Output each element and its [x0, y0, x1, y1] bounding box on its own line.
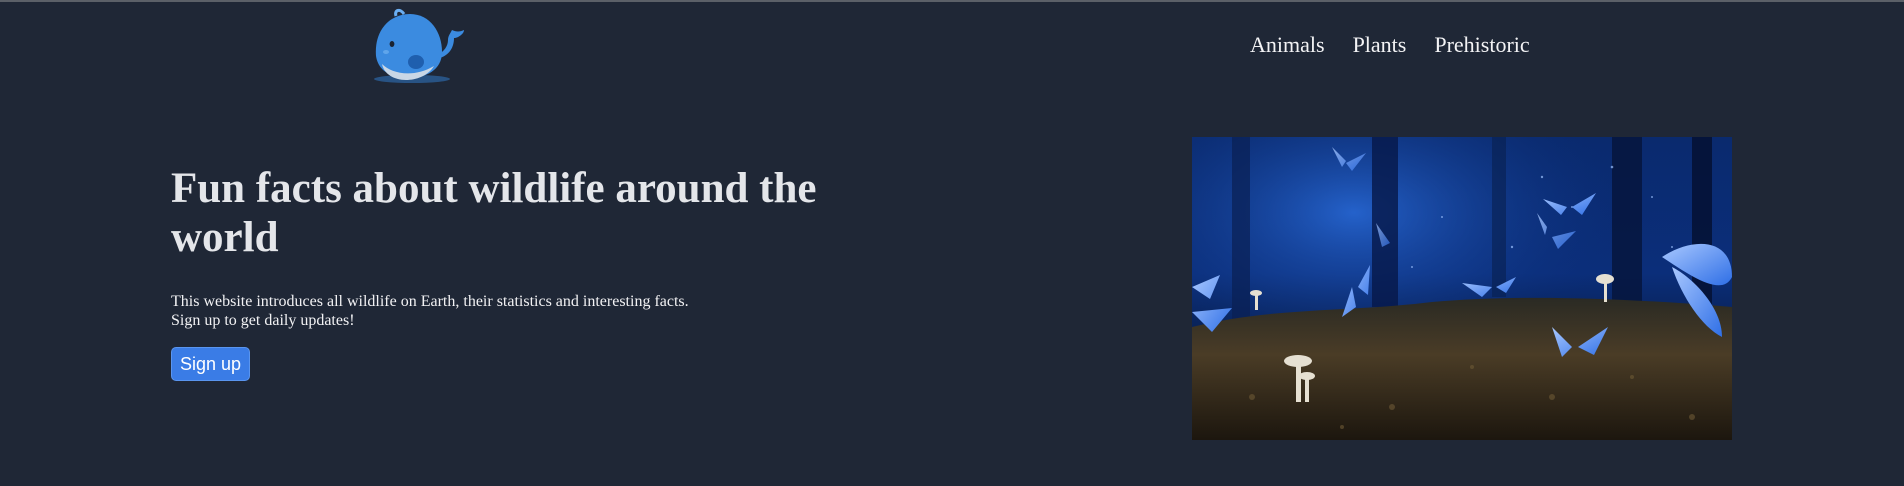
whale-icon [374, 8, 464, 83]
window-top-border [0, 0, 1904, 2]
whale-logo-icon[interactable] [370, 8, 468, 86]
nav-link-prehistoric[interactable]: Prehistoric [1434, 32, 1529, 58]
main-nav: Animals Plants Prehistoric [1250, 32, 1530, 58]
hero-title: Fun facts about wildlife around the worl… [171, 165, 817, 261]
hero-description-line-2: Sign up to get daily updates! [171, 312, 355, 329]
nav-link-animals[interactable]: Animals [1250, 32, 1325, 58]
hero-description: This website introduces all wildlife on … [171, 292, 689, 330]
signup-button[interactable]: Sign up [171, 347, 250, 381]
nav-link-plants[interactable]: Plants [1353, 32, 1407, 58]
hero-description-line-1: This website introduces all wildlife on … [171, 293, 689, 310]
hero-image [1192, 137, 1732, 440]
butterflies-mushrooms-forest-image [1192, 137, 1732, 440]
